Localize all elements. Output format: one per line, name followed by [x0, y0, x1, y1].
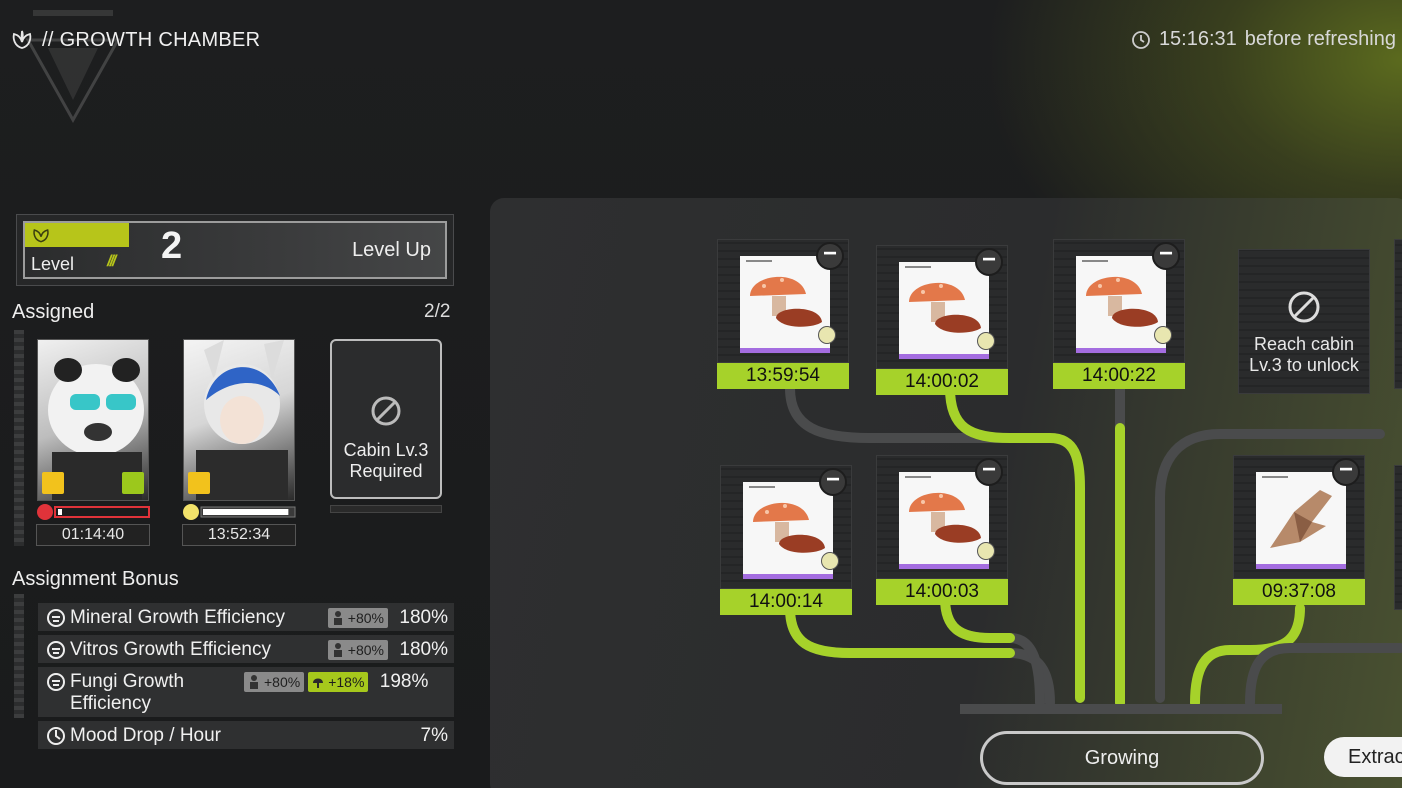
growth-chamber-icon — [12, 30, 32, 49]
operator-bonus-badge: +80% — [327, 608, 388, 628]
locked-operator-slot: Cabin Lv.3 Required — [330, 339, 442, 499]
assigned-side-bar — [14, 330, 24, 546]
remove-button[interactable]: − — [975, 458, 1003, 486]
locked-slot-bar — [330, 505, 442, 513]
bonus-side-bar — [14, 594, 24, 718]
bonus-name: Fungi Growth Efficiency — [70, 671, 185, 714]
extract-button[interactable]: Extrac — [1324, 737, 1402, 777]
level-up-button[interactable]: Level Up — [352, 239, 431, 262]
happy-mood-icon — [183, 504, 199, 520]
faction-emblem-icon — [25, 10, 121, 124]
crystal-shard-icon — [1270, 490, 1332, 548]
level-stripes-icon: /// — [107, 253, 116, 270]
bonus-percent: 198% — [379, 671, 429, 692]
chamber-slot-1[interactable]: − 13:59:54 — [717, 239, 849, 389]
mood-bar-1 — [37, 504, 151, 520]
mood-bar-2 — [183, 504, 297, 520]
offscreen-slot — [1394, 465, 1402, 610]
growth-efficiency-icon — [47, 609, 65, 627]
level-tab — [25, 223, 129, 247]
bonus-percent: 7% — [420, 725, 448, 746]
person-icon — [250, 675, 258, 689]
slot-timer: 14:00:02 — [876, 369, 1008, 395]
bonus-name: Vitros Growth Efficiency — [70, 639, 271, 660]
skill-bonus-badge: +18% — [308, 672, 369, 692]
slot-timer: 14:00:14 — [720, 589, 852, 615]
bonus-percent: 180% — [399, 639, 448, 660]
wrench-icon — [188, 472, 210, 494]
fungi-type-icon — [977, 542, 995, 560]
remove-button[interactable]: − — [819, 468, 847, 496]
remove-button[interactable]: − — [1152, 242, 1180, 270]
sad-mood-icon — [37, 504, 53, 520]
growing-status-button[interactable]: Growing — [980, 731, 1264, 785]
mushroom-icon — [909, 492, 981, 543]
person-icon — [333, 643, 342, 657]
bonus-name: Mineral Growth Efficiency — [70, 607, 286, 628]
mushroom-icon — [753, 502, 825, 553]
remove-button[interactable]: − — [975, 248, 1003, 276]
page-header: // GROWTH CHAMBER — [10, 28, 260, 52]
chamber-slot-3[interactable]: − 14:00:22 — [1053, 239, 1185, 389]
growth-efficiency-icon — [47, 641, 65, 659]
mushroom-icon — [1086, 276, 1158, 327]
bonus-row-vitros: Vitros Growth Efficiency +80% 180% — [38, 635, 454, 663]
remove-button[interactable]: − — [816, 242, 844, 270]
fungi-skill-icon — [122, 472, 144, 494]
remove-button[interactable]: − — [1332, 458, 1360, 486]
locked-icon — [371, 396, 401, 426]
clock-icon — [1132, 30, 1150, 49]
refresh-suffix: before refreshing — [1244, 28, 1396, 50]
refresh-timer: 15:16:31 before refreshing — [1131, 28, 1396, 51]
locked-chamber-text: Reach cabin Lv.3 to unlock — [1249, 334, 1359, 375]
bonus-name: Mood Drop / Hour — [70, 725, 222, 746]
level-panel: Level /// 2 Level Up — [16, 214, 454, 286]
fungi-type-icon — [818, 326, 836, 344]
chamber-slot-6[interactable]: − 09:37:08 — [1233, 455, 1365, 605]
locked-icon — [1288, 291, 1320, 323]
wrench-icon — [42, 472, 64, 494]
mushroom-icon — [909, 282, 981, 333]
bonus-percent: 180% — [399, 607, 448, 628]
level-bar[interactable]: Level /// 2 Level Up — [23, 221, 447, 279]
level-label: Level — [31, 254, 75, 274]
refresh-time: 15:16:31 — [1158, 28, 1237, 50]
locked-chamber-slot: Reach cabin Lv.3 to unlock — [1238, 249, 1370, 394]
slot-timer: 13:59:54 — [717, 363, 849, 389]
mushroom-icon — [750, 276, 822, 327]
slot-timer: 09:37:08 — [1233, 579, 1365, 605]
bonus-row-fungi: Fungi Growth Efficiency +80% +18% 198% — [38, 667, 454, 717]
assigned-count: 2/2 — [424, 301, 451, 322]
fungi-skill-icon — [313, 678, 324, 688]
operator-timer-2: 13:52:34 — [182, 524, 296, 546]
page-title: // GROWTH CHAMBER — [42, 28, 261, 51]
chamber-slot-4[interactable]: − 14:00:14 — [720, 465, 852, 615]
bonus-row-mood-drop: Mood Drop / Hour 7% — [38, 721, 454, 749]
fungi-type-icon — [977, 332, 995, 350]
operator-card-1[interactable] — [37, 339, 149, 501]
chamber-slot-2[interactable]: − 14:00:02 — [876, 245, 1008, 395]
operator-bonus-badge: +80% — [244, 672, 305, 692]
fungi-type-icon — [821, 552, 839, 570]
locked-slot-text: Cabin Lv.3 Required — [343, 440, 429, 481]
slot-timer: 14:00:03 — [876, 579, 1008, 605]
offscreen-slot — [1394, 239, 1402, 389]
operator-card-2[interactable] — [183, 339, 295, 501]
assigned-heading: Assigned — [12, 301, 95, 323]
assignment-bonus-heading: Assignment Bonus — [12, 568, 179, 590]
level-value: 2 — [158, 225, 198, 267]
operator-timer-1: 01:14:40 — [36, 524, 150, 546]
fungi-type-icon — [1154, 326, 1172, 344]
chamber-slot-5[interactable]: − 14:00:03 — [876, 455, 1008, 605]
plant-icon — [33, 229, 49, 243]
mood-drop-icon — [47, 727, 65, 745]
person-icon — [333, 611, 342, 625]
slot-timer: 14:00:22 — [1053, 363, 1185, 389]
operator-bonus-badge: +80% — [327, 640, 388, 660]
growth-efficiency-icon — [47, 673, 65, 691]
bonus-row-mineral: Mineral Growth Efficiency +80% 180% — [38, 603, 454, 631]
